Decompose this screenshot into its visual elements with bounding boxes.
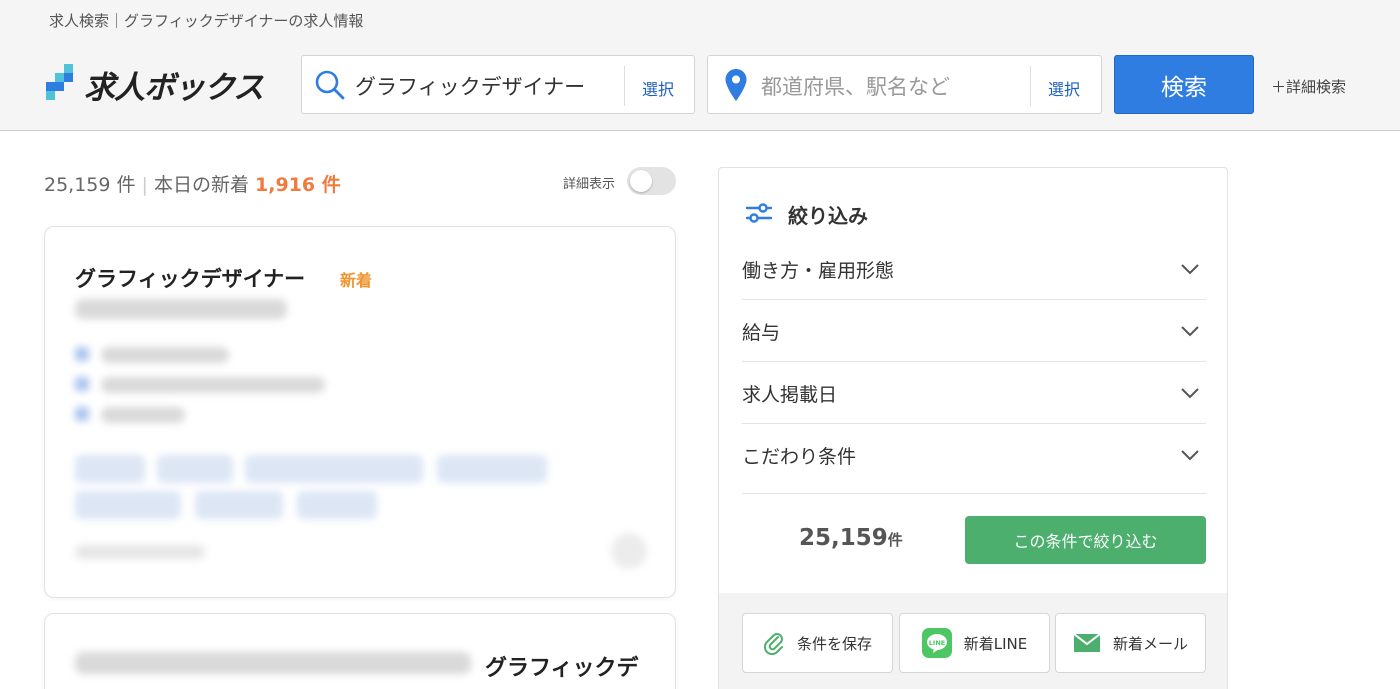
tag [75,455,145,483]
save-conditions-button[interactable]: 条件を保存 [742,613,893,673]
mail-notify-button[interactable]: 新着メール [1055,613,1206,673]
tag [195,491,283,519]
filter-result-count: 25,159件 [799,525,903,551]
filter-item-label: 働き方・雇用形態 [742,260,895,282]
separator: | [141,174,148,196]
breadcrumb: 求人検索｜グラフィックデザイナーの求人情報 [49,12,364,30]
keyword-input-value[interactable]: グラフィックデザイナー [355,71,585,101]
keyword-select-button[interactable]: 選択 [642,76,674,100]
site-logo[interactable]: 求人ボックス [46,62,264,107]
salary-icon [75,377,89,391]
map-pin-icon [724,68,748,106]
filter-item-posted-date[interactable]: 求人掲載日 [742,362,1206,424]
tag [157,455,233,483]
filter-title: 絞り込み [788,204,868,228]
tag [245,455,423,483]
total-count: 25,159 件 [44,174,136,196]
line-icon: LINE [921,628,952,658]
employment-blurred [101,407,185,423]
location-blurred [101,347,229,363]
line-notify-label: 新着LINE [963,634,1028,653]
search-icon [314,69,346,105]
job-card[interactable]: グラフィックデ [44,613,676,689]
tag [297,491,377,519]
chevron-down-icon [1180,322,1200,341]
location-input-placeholder[interactable]: 都道府県、駅名など [761,71,950,101]
save-conditions-label: 条件を保存 [796,634,872,653]
chevron-down-icon [1180,260,1200,279]
today-new-count: 1,916 件 [255,174,341,196]
location-search-field[interactable]: 都道府県、駅名など 選択 [707,55,1102,114]
detail-toggle[interactable] [627,167,676,195]
filter-item-employment-type[interactable]: 働き方・雇用形態 [742,238,1206,300]
filter-item-label: こだわり条件 [742,446,857,468]
job-title[interactable]: グラフィックデザイナー [75,263,305,293]
search-button[interactable]: 検索 [1114,55,1254,114]
filter-count-number: 25,159 [799,525,888,551]
location-select-button[interactable]: 選択 [1048,76,1080,100]
filter-item-preferences[interactable]: こだわり条件 [742,424,1206,494]
divider [1030,66,1031,106]
advanced-search-link[interactable]: ＋詳細検索 [1271,76,1346,97]
logo-mark-icon [46,63,80,106]
detail-toggle-label: 詳細表示 [563,177,616,192]
header: 求人検索｜グラフィックデザイナーの求人情報 求人ボックス グラフィックデザイナー… [0,0,1400,131]
favorite-icon[interactable] [611,533,647,569]
toggle-knob [630,170,652,192]
filter-item-label: 求人掲載日 [742,384,838,406]
job-card[interactable]: グラフィックデザイナー 新着 [44,226,676,598]
filter-header: 絞り込み [744,200,868,229]
svg-text:LINE: LINE [929,639,945,647]
location-icon [75,347,89,361]
panel-footer: 条件を保存 LINE 新着LINE 新着メール [719,593,1227,689]
apply-filter-button[interactable]: この条件で絞り込む [965,516,1206,564]
mail-notify-label: 新着メール [1112,634,1188,653]
filter-count-unit: 件 [887,531,903,549]
tag [437,455,547,483]
logo-text: 求人ボックス [84,70,264,106]
line-notify-button[interactable]: LINE 新着LINE [899,613,1050,673]
company-name-blurred [75,652,471,674]
divider [624,66,625,106]
filter-sliders-icon [744,201,774,229]
keyword-search-field[interactable]: グラフィックデザイナー 選択 [301,55,695,114]
salary-blurred [101,377,325,393]
filter-panel: 絞り込み 働き方・雇用形態 給与 求人掲載日 こだわり条件 25,159件 この… [718,167,1228,689]
chevron-down-icon [1180,446,1200,465]
posted-date-blurred [75,545,205,559]
filter-item-salary[interactable]: 給与 [742,300,1206,362]
filter-item-label: 給与 [742,322,781,344]
new-badge: 新着 [340,271,373,290]
job-title[interactable]: グラフィックデ [485,650,639,682]
paperclip-icon [763,631,785,655]
mail-icon [1073,633,1101,653]
result-count-line: 25,159 件 | 本日の新着 1,916 件 [44,170,341,197]
today-label: 本日の新着 [153,174,249,196]
employment-icon [75,407,89,421]
chevron-down-icon [1180,384,1200,403]
company-name-blurred [75,299,287,319]
tag [75,491,181,519]
